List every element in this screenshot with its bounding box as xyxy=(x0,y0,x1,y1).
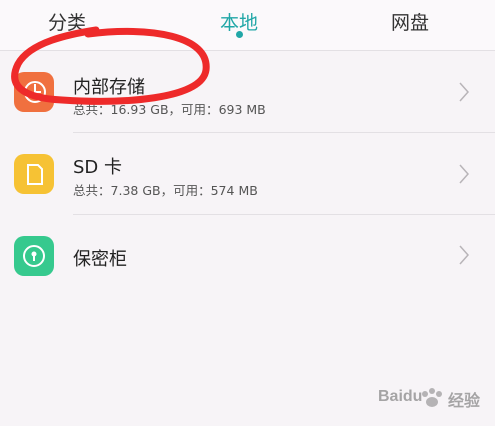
watermark-text: 经验 xyxy=(448,391,481,410)
internal-storage-item[interactable]: 内部存储 总共：16.93 GB，可用：693 MB xyxy=(0,51,495,133)
private-safe-item[interactable]: 保密柜 xyxy=(0,215,495,297)
safe-lock-icon xyxy=(14,236,54,276)
storage-title: SD 卡 xyxy=(73,157,123,178)
storage-title: 保密柜 xyxy=(73,249,127,270)
sd-card-item[interactable]: SD 卡 总共：7.38 GB，可用：574 MB xyxy=(0,133,495,215)
tab-cloud-drive[interactable]: 网盘 xyxy=(391,8,429,35)
chevron-right-icon xyxy=(459,245,470,265)
chevron-right-icon xyxy=(459,164,470,184)
sd-card-icon xyxy=(14,154,54,194)
paw-logo-icon xyxy=(422,388,442,407)
tab-category[interactable]: 分类 xyxy=(48,8,86,35)
baidu-watermark: Baidu 经验 xyxy=(376,378,494,424)
active-tab-indicator xyxy=(235,31,243,38)
watermark-brand: Baidu xyxy=(378,388,423,405)
storage-capacity: 总共：7.38 GB，可用：574 MB xyxy=(73,183,258,198)
storage-title: 内部存储 xyxy=(73,77,145,98)
tab-bar: 分类 本地 网盘 xyxy=(0,0,495,51)
storage-capacity: 总共：16.93 GB，可用：693 MB xyxy=(73,102,266,117)
chevron-right-icon xyxy=(459,82,470,102)
pie-chart-icon xyxy=(14,72,54,112)
